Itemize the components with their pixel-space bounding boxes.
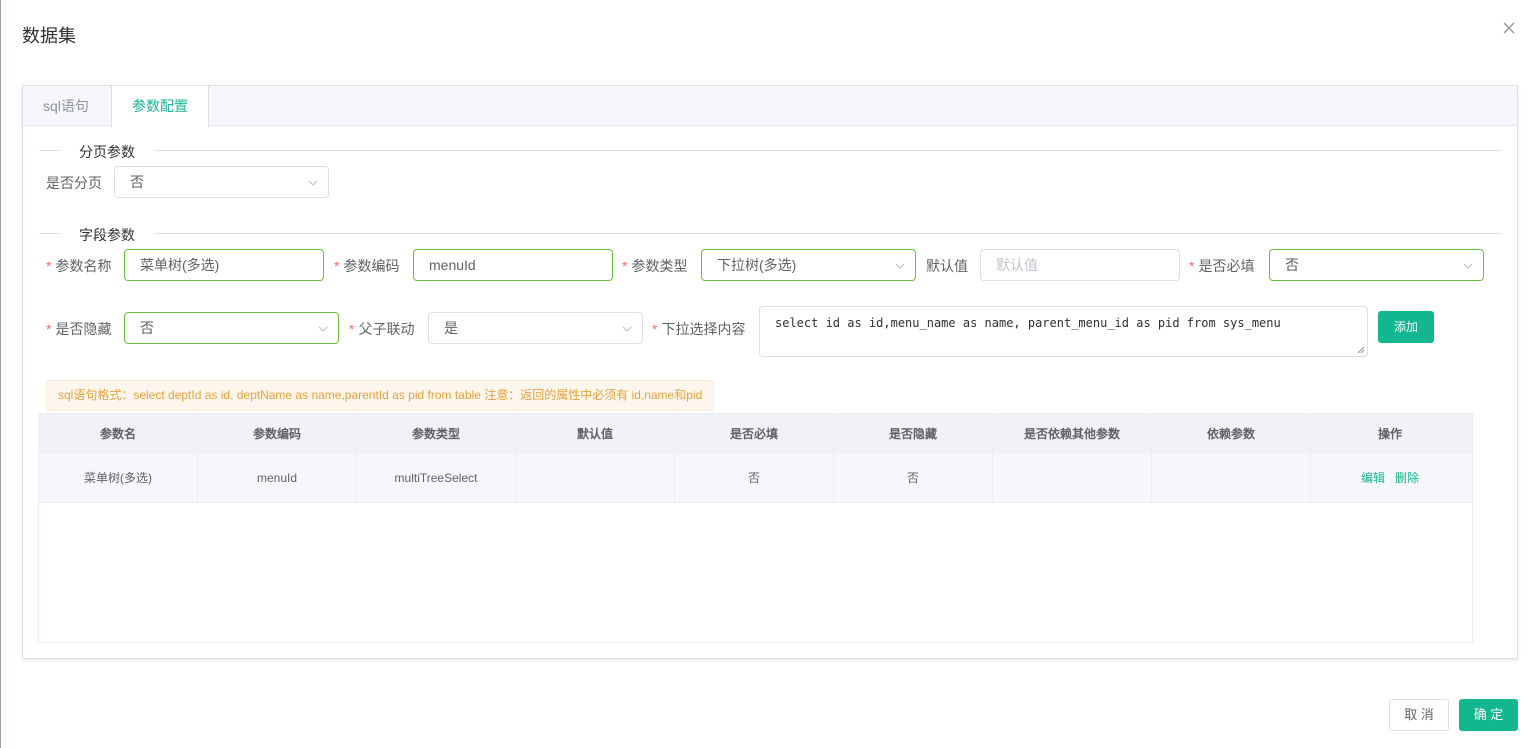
is-paging-label: 是否分页 bbox=[46, 175, 102, 191]
param-type-select[interactable]: 下拉树(多选) bbox=[701, 249, 916, 281]
linkage-label: * 父子联动 bbox=[349, 321, 415, 337]
chevron-down-icon bbox=[622, 326, 632, 332]
col-header-param-type: 参数类型 bbox=[357, 414, 516, 454]
cell-actions: 编辑 删除 bbox=[1311, 454, 1469, 502]
chevron-down-icon bbox=[318, 326, 328, 332]
dropdown-content-label: * 下拉选择内容 bbox=[652, 321, 746, 337]
col-header-default: 默认值 bbox=[516, 414, 675, 454]
cell-param-code: menuId bbox=[198, 454, 357, 502]
fields-divider bbox=[39, 233, 1501, 234]
cell-hidden: 否 bbox=[834, 454, 993, 502]
fields-section-title: 字段参数 bbox=[59, 225, 155, 245]
add-button[interactable]: 添加 bbox=[1378, 311, 1434, 343]
param-code-input[interactable]: menuId bbox=[413, 249, 613, 281]
hidden-select[interactable]: 否 bbox=[124, 312, 339, 344]
col-header-depend-params: 依赖参数 bbox=[1152, 414, 1311, 454]
param-type-value: 下拉树(多选) bbox=[717, 257, 797, 273]
is-paging-select[interactable]: 否 bbox=[114, 166, 329, 198]
col-header-param-name: 参数名 bbox=[39, 414, 198, 454]
table-row: 菜单树(多选) menuId multiTreeSelect 否 否 编辑 删除 bbox=[39, 454, 1472, 503]
dialog-title: 数据集 bbox=[22, 26, 76, 46]
sql-format-hint: sql语句格式：select deptId as id, deptName as… bbox=[46, 380, 715, 411]
cell-required: 否 bbox=[675, 454, 834, 502]
required-label: * 是否必填 bbox=[1189, 258, 1255, 274]
cell-depends bbox=[993, 454, 1152, 502]
required-value: 否 bbox=[1285, 257, 1299, 273]
chevron-down-icon bbox=[1463, 263, 1473, 269]
paging-section-title: 分页参数 bbox=[59, 142, 155, 162]
dropdown-sql-textarea[interactable]: select id as id,menu_name as name, paren… bbox=[759, 306, 1368, 357]
resize-handle-icon[interactable] bbox=[1357, 346, 1365, 354]
close-icon[interactable] bbox=[1502, 21, 1516, 35]
table-header: 参数名 参数编码 参数类型 默认值 是否必填 是否隐藏 是否依赖其他参数 依赖参… bbox=[39, 414, 1472, 454]
col-header-param-code: 参数编码 bbox=[198, 414, 357, 454]
dropdown-sql-value: select id as id,menu_name as name, paren… bbox=[775, 316, 1281, 330]
linkage-select[interactable]: 是 bbox=[428, 312, 643, 344]
is-paging-value: 否 bbox=[130, 174, 144, 190]
cell-depend-params bbox=[1152, 454, 1311, 502]
dataset-dialog: 数据集 sql语句 参数配置 分页参数 是否分页 否 字段参数 * 参数名称 菜单… bbox=[0, 0, 1535, 748]
chevron-down-icon bbox=[895, 263, 905, 269]
confirm-button[interactable]: 确 定 bbox=[1459, 699, 1518, 731]
cell-param-type: multiTreeSelect bbox=[357, 454, 516, 502]
col-header-actions: 操作 bbox=[1377, 427, 1402, 441]
tab-sql[interactable]: sql语句 bbox=[23, 86, 109, 126]
hidden-label: * 是否隐藏 bbox=[46, 321, 112, 337]
params-table: 参数名 参数编码 参数类型 默认值 是否必填 是否隐藏 是否依赖其他参数 依赖参… bbox=[38, 413, 1473, 643]
hidden-value: 否 bbox=[140, 320, 154, 336]
col-header-required: 是否必填 bbox=[675, 414, 834, 454]
paging-divider bbox=[39, 150, 1501, 151]
param-name-label: * 参数名称 bbox=[46, 258, 112, 274]
linkage-value: 是 bbox=[444, 320, 458, 336]
cell-param-name: 菜单树(多选) bbox=[39, 454, 198, 502]
chevron-down-icon bbox=[308, 180, 318, 186]
tab-param-config[interactable]: 参数配置 bbox=[111, 86, 209, 127]
col-header-hidden: 是否隐藏 bbox=[834, 414, 993, 454]
param-name-input[interactable]: 菜单树(多选) bbox=[124, 249, 324, 281]
edit-link[interactable]: 编辑 bbox=[1361, 471, 1385, 485]
default-value-label: 默认值 bbox=[926, 258, 968, 274]
required-select[interactable]: 否 bbox=[1269, 249, 1484, 281]
cancel-button[interactable]: 取 消 bbox=[1389, 699, 1449, 731]
param-code-label: * 参数编码 bbox=[334, 258, 400, 274]
col-header-depends: 是否依赖其他参数 bbox=[993, 414, 1152, 454]
default-value-input[interactable]: 默认值 bbox=[980, 249, 1180, 281]
cell-default bbox=[516, 454, 675, 502]
param-type-label: * 参数类型 bbox=[622, 258, 688, 274]
tab-bar: sql语句 参数配置 bbox=[23, 86, 1517, 127]
delete-link[interactable]: 删除 bbox=[1395, 471, 1419, 485]
